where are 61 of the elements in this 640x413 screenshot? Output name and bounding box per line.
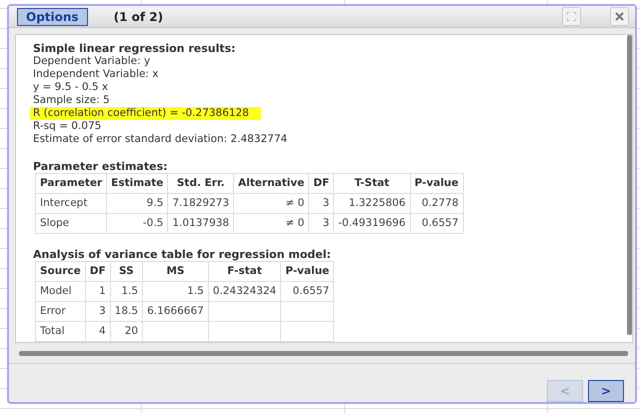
- close-button[interactable]: [610, 7, 629, 26]
- column-header: F-stat: [208, 262, 281, 282]
- table-title: Parameter estimates:: [33, 160, 169, 173]
- table-cell: 3: [308, 194, 334, 214]
- table-cell: [280, 322, 334, 342]
- column-header: P-value: [410, 174, 464, 194]
- page-indicator: (1 of 2): [114, 10, 164, 24]
- column-header: Estimate: [106, 174, 168, 194]
- result-line: R-sq = 0.075: [33, 120, 102, 133]
- result-line: Independent Variable: x: [33, 68, 158, 81]
- table-cell: 3: [85, 302, 110, 322]
- table-title: Analysis of variance table for regression model:: [33, 248, 332, 261]
- table-cell: 9.5: [106, 194, 168, 214]
- table-cell: 0.6557: [280, 282, 334, 302]
- column-header: MS: [142, 262, 208, 282]
- table-cell: 6.1666667: [142, 302, 208, 322]
- table-cell: 18.5: [110, 302, 143, 322]
- table-cell: 1.0137938: [168, 214, 234, 234]
- table-cell: 1.3225806: [334, 194, 410, 214]
- table-cell: 3: [308, 214, 334, 234]
- table-cell: 1.5: [110, 282, 143, 302]
- close-icon: [615, 12, 624, 21]
- table-cell: -0.5: [106, 214, 168, 234]
- table-cell: Total: [36, 322, 86, 342]
- column-header: Alternative: [234, 174, 309, 194]
- table-cell: Intercept: [36, 194, 107, 214]
- expand-icon: [567, 12, 576, 21]
- next-button[interactable]: >: [588, 380, 624, 402]
- table-cell: [280, 302, 334, 322]
- table-cell: ≠ 0: [234, 214, 309, 234]
- table-cell: 1.5: [142, 282, 208, 302]
- table-cell: [142, 322, 208, 342]
- table-cell: 0.24324324: [208, 282, 281, 302]
- column-header: T-Stat: [334, 174, 410, 194]
- column-header: P-value: [280, 262, 334, 282]
- result-line: Dependent Variable: y: [33, 55, 150, 68]
- column-header: DF: [308, 174, 334, 194]
- column-header: SS: [110, 262, 143, 282]
- table-cell: Model: [36, 282, 86, 302]
- horizontal-scrollbar[interactable]: [19, 351, 628, 356]
- result-line: y = 9.5 - 0.5 x: [33, 81, 108, 94]
- column-header: Std. Err.: [168, 174, 234, 194]
- results-heading: Simple linear regression results:: [33, 42, 237, 55]
- table-cell: -0.49319696: [334, 214, 410, 234]
- result-line: Estimate of error standard deviation: 2.4832774: [33, 133, 288, 146]
- table-cell: 0.2778: [410, 194, 464, 214]
- table-cell: 20: [110, 322, 143, 342]
- table-cell: 7.1829273: [168, 194, 234, 214]
- column-header: Source: [36, 262, 86, 282]
- maximize-button[interactable]: [562, 7, 581, 26]
- options-button[interactable]: Options: [17, 8, 88, 26]
- table-cell: ≠ 0: [234, 194, 309, 214]
- vertical-scrollbar[interactable]: [627, 35, 632, 335]
- table-cell: 4: [85, 322, 110, 342]
- column-header: Parameter: [36, 174, 107, 194]
- table-cell: 0.6557: [410, 214, 464, 234]
- result-line: Sample size: 5: [33, 94, 110, 107]
- table-cell: 1: [85, 282, 110, 302]
- table-cell: Error: [36, 302, 86, 322]
- table-cell: Slope: [36, 214, 107, 234]
- column-header: DF: [85, 262, 110, 282]
